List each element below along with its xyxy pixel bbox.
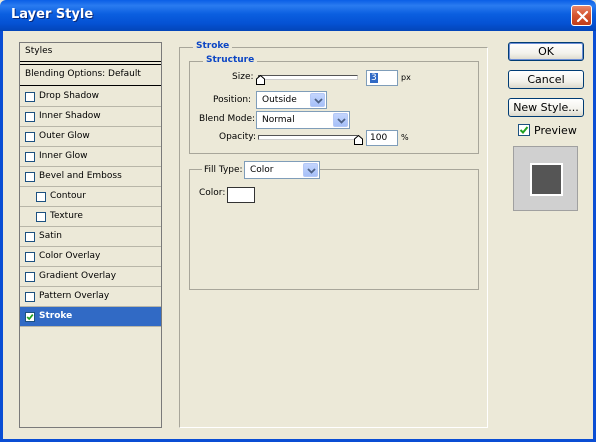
position-value: Outside bbox=[262, 95, 297, 105]
fill-type-value: Color bbox=[250, 165, 274, 175]
close-icon bbox=[576, 10, 589, 23]
stroke-color-swatch[interactable] bbox=[227, 187, 255, 203]
style-checkbox[interactable] bbox=[25, 312, 35, 322]
style-item-label: Pattern Overlay bbox=[39, 291, 110, 301]
fill-type-dropdown-button[interactable] bbox=[303, 163, 318, 177]
size-value: 3 bbox=[370, 73, 378, 83]
fill-type-select[interactable]: Color bbox=[244, 161, 320, 179]
style-item-label: Gradient Overlay bbox=[39, 271, 117, 281]
opacity-unit: % bbox=[401, 133, 409, 142]
structure-group-title: Structure bbox=[203, 55, 258, 65]
style-checkbox[interactable] bbox=[25, 172, 35, 182]
style-item-label: Bevel and Emboss bbox=[39, 171, 122, 181]
opacity-slider-thumb[interactable] bbox=[354, 135, 363, 145]
blend-mode-dropdown-button[interactable] bbox=[333, 113, 348, 127]
style-item-label: Inner Glow bbox=[39, 151, 88, 161]
styles-header[interactable]: Styles bbox=[20, 43, 161, 62]
layer-style-dialog: Layer Style Styles Blending Options: Def… bbox=[0, 0, 596, 442]
chevron-down-icon bbox=[337, 118, 346, 124]
window-frame-left bbox=[0, 31, 3, 442]
blend-mode-label: Blend Mode: bbox=[199, 114, 256, 124]
style-item-pattern-overlay[interactable]: Pattern Overlay bbox=[20, 287, 161, 307]
style-item-label: Inner Shadow bbox=[39, 111, 101, 121]
style-item-label: Drop Shadow bbox=[39, 91, 100, 101]
size-slider[interactable] bbox=[258, 75, 358, 80]
size-unit: px bbox=[401, 73, 411, 82]
style-item-label: Outer Glow bbox=[39, 131, 90, 141]
size-label: Size: bbox=[232, 72, 254, 82]
title-bar[interactable]: Layer Style bbox=[0, 0, 596, 31]
style-checkbox[interactable] bbox=[36, 212, 46, 222]
style-item-inner-shadow[interactable]: Inner Shadow bbox=[20, 107, 161, 127]
opacity-label: Opacity: bbox=[219, 132, 256, 142]
styles-list-panel: Styles Blending Options: Default Drop Sh… bbox=[19, 42, 162, 428]
close-button[interactable] bbox=[571, 5, 592, 26]
style-item-outer-glow[interactable]: Outer Glow bbox=[20, 127, 161, 147]
stroke-group-title: Stroke bbox=[193, 41, 233, 51]
style-checkbox[interactable] bbox=[25, 112, 35, 122]
style-item-label: Texture bbox=[50, 211, 83, 221]
preview-checkbox[interactable] bbox=[518, 124, 530, 136]
style-item-gradient-overlay[interactable]: Gradient Overlay bbox=[20, 267, 161, 287]
style-checkbox[interactable] bbox=[25, 152, 35, 162]
window-title: Layer Style bbox=[11, 7, 94, 22]
size-input[interactable]: 3 bbox=[366, 70, 398, 86]
style-item-satin[interactable]: Satin bbox=[20, 227, 161, 247]
style-item-inner-glow[interactable]: Inner Glow bbox=[20, 147, 161, 167]
style-item-color-overlay[interactable]: Color Overlay bbox=[20, 247, 161, 267]
style-checkbox[interactable] bbox=[25, 272, 35, 282]
position-select[interactable]: Outside bbox=[256, 91, 327, 109]
style-checkbox[interactable] bbox=[25, 252, 35, 262]
blend-mode-value: Normal bbox=[262, 115, 295, 125]
color-label: Color: bbox=[199, 188, 226, 198]
style-checkbox[interactable] bbox=[25, 232, 35, 242]
style-item-stroke[interactable]: Stroke bbox=[20, 307, 161, 327]
preview-label: Preview bbox=[534, 124, 577, 137]
chevron-down-icon bbox=[307, 168, 316, 174]
style-checkbox[interactable] bbox=[25, 132, 35, 142]
chevron-down-icon bbox=[314, 98, 323, 104]
new-style-button[interactable]: New Style... bbox=[508, 98, 584, 117]
style-item-contour[interactable]: Contour bbox=[20, 187, 161, 207]
style-item-drop-shadow[interactable]: Drop Shadow bbox=[20, 87, 161, 107]
style-checkbox[interactable] bbox=[25, 92, 35, 102]
position-label: Position: bbox=[213, 95, 252, 105]
style-checkbox[interactable] bbox=[25, 292, 35, 302]
size-slider-thumb[interactable] bbox=[256, 75, 265, 85]
opacity-input[interactable]: 100 bbox=[366, 130, 398, 146]
blending-options-item[interactable]: Blending Options: Default bbox=[20, 64, 161, 86]
checkmark-icon bbox=[26, 314, 34, 321]
style-item-bevel-and-emboss[interactable]: Bevel and Emboss bbox=[20, 167, 161, 187]
style-item-label: Satin bbox=[39, 231, 62, 241]
blend-mode-select[interactable]: Normal bbox=[256, 111, 350, 129]
checkmark-icon bbox=[519, 126, 529, 134]
opacity-slider[interactable] bbox=[258, 135, 358, 140]
style-item-label: Stroke bbox=[39, 311, 73, 321]
style-item-label: Contour bbox=[50, 191, 86, 201]
preview-swatch bbox=[530, 163, 563, 196]
ok-button[interactable]: OK bbox=[508, 42, 584, 61]
style-item-label: Color Overlay bbox=[39, 251, 101, 261]
position-dropdown-button[interactable] bbox=[310, 93, 325, 107]
style-item-texture[interactable]: Texture bbox=[20, 207, 161, 227]
style-checkbox[interactable] bbox=[36, 192, 46, 202]
fill-type-label: Fill Type: bbox=[202, 165, 245, 175]
style-preview-thumbnail bbox=[513, 146, 578, 211]
cancel-button[interactable]: Cancel bbox=[508, 70, 584, 89]
